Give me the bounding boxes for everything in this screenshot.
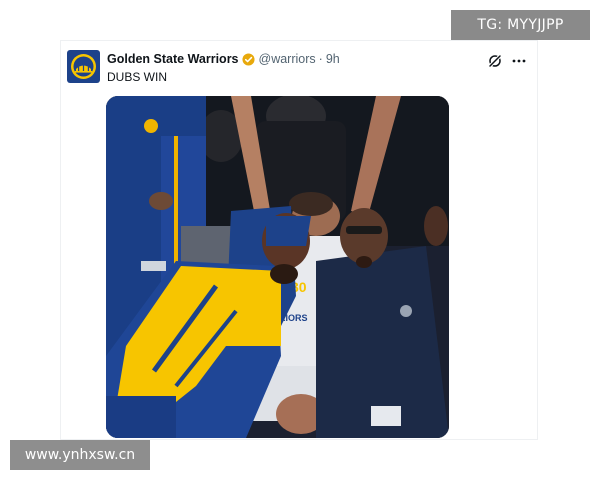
more-icon[interactable] [511, 53, 527, 69]
watermark-top: TG: MYYJJPP [451, 10, 590, 40]
display-name[interactable]: Golden State Warriors [107, 52, 239, 67]
separator-dot: · [318, 52, 323, 66]
tweet-header: Golden State Warriors @warriors · 9h DUB… [67, 50, 531, 84]
handle[interactable]: @warriors [259, 52, 316, 67]
name-line: Golden State Warriors @warriors · 9h [107, 52, 531, 67]
tweet-card[interactable]: Golden State Warriors @warriors · 9h DUB… [60, 40, 538, 440]
tweet-actions [479, 53, 527, 69]
timestamp[interactable]: 9h [326, 52, 340, 67]
tweet-media-photo[interactable]: 30 WARRIORS [106, 96, 449, 438]
tweet-text: DUBS WIN [107, 70, 167, 84]
warriors-logo-icon [71, 54, 96, 79]
tweet-meta: Golden State Warriors @warriors · 9h DUB… [107, 52, 531, 84]
watermark-bottom: www.ynhxsw.cn [10, 440, 150, 470]
grok-icon[interactable] [487, 53, 503, 69]
verified-badge-icon [241, 53, 255, 66]
avatar[interactable] [67, 50, 100, 83]
celebration-photo: 30 WARRIORS [106, 96, 449, 438]
